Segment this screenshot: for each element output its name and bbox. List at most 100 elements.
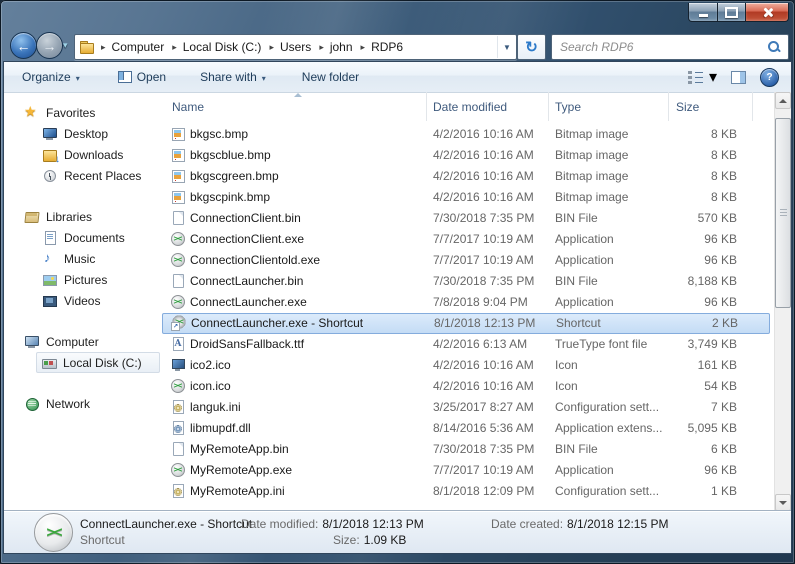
libraries-icon xyxy=(24,209,40,225)
breadcrumb-item-john[interactable]: john xyxy=(313,40,354,54)
file-row-connectlauncher-bin[interactable]: ConnectLauncher.bin 7/30/2018 7:35 PM BI… xyxy=(162,271,770,292)
videos-icon xyxy=(42,293,58,309)
search-input[interactable] xyxy=(552,40,766,54)
file-row-ico2-ico[interactable]: ico2.ico 4/2/2016 10:16 AM Icon 161 KB xyxy=(162,355,770,376)
downloads-icon xyxy=(42,147,58,163)
close-button[interactable] xyxy=(746,3,789,22)
bin-file-icon xyxy=(170,210,186,226)
column-header-stub xyxy=(753,92,770,121)
preview-pane-button[interactable] xyxy=(731,71,746,84)
file-row-bkgscgreen-bmp[interactable]: bkgscgreen.bmp 4/2/2016 10:16 AM Bitmap … xyxy=(162,166,770,187)
open-label: Open xyxy=(137,70,166,84)
main-area: Favorites Desktop Downloads Recent Place… xyxy=(4,92,791,511)
sidebar-item-pictures[interactable]: Pictures xyxy=(4,269,162,290)
sidebar-item-local-disk-c[interactable]: Local Disk (C:) xyxy=(36,352,160,373)
bin-file-icon xyxy=(170,273,186,289)
refresh-button[interactable]: ↻ xyxy=(517,34,546,60)
navigation-bar: ← → ▾ ComputerLocal Disk (C:)UsersjohnRD… xyxy=(0,30,795,62)
desktop-icon xyxy=(42,126,58,142)
ini-file-icon xyxy=(170,483,186,499)
file-row-libmupdf-dll[interactable]: libmupdf.dll 8/14/2016 5:36 AM Applicati… xyxy=(162,418,770,439)
column-header-size[interactable]: Size xyxy=(669,92,753,121)
scrollbar-thumb[interactable] xyxy=(775,118,791,308)
help-button[interactable]: ? xyxy=(760,68,779,87)
window-content: Organize ▾ Open Share with▾ New folder ▾ … xyxy=(4,62,791,553)
vertical-scrollbar[interactable] xyxy=(774,92,791,511)
sort-ascending-icon xyxy=(294,93,302,97)
maximize-icon xyxy=(725,7,738,18)
sidebar-item-music[interactable]: Music xyxy=(4,248,162,269)
new-folder-button[interactable]: New folder xyxy=(294,66,367,88)
application-icon xyxy=(170,252,186,268)
computer-icon xyxy=(24,334,40,350)
close-icon xyxy=(762,7,773,18)
chevron-down-icon: ▾ xyxy=(76,74,80,83)
column-headers: Name Date modified Type Size xyxy=(162,92,770,122)
sidebar-item-computer[interactable]: Computer xyxy=(4,331,162,352)
file-row-droidsansfallback-ttf[interactable]: DroidSansFallback.ttf 4/2/2016 6:13 AM T… xyxy=(162,334,770,355)
local-disk-icon xyxy=(41,355,57,371)
ini-file-icon xyxy=(170,399,186,415)
minimize-icon xyxy=(699,14,708,17)
sidebar-item-videos[interactable]: Videos xyxy=(4,290,162,311)
title-bar[interactable] xyxy=(0,0,795,30)
bitmap-image-icon xyxy=(170,168,186,184)
application-icon xyxy=(170,378,186,394)
caption-buttons xyxy=(688,3,789,22)
command-toolbar: Organize ▾ Open Share with▾ New folder ▾ … xyxy=(4,62,791,93)
file-row-connectlauncher-exe-shortcut[interactable]: ConnectLauncher.exe - Shortcut 8/1/2018 … xyxy=(162,313,770,334)
column-header-type[interactable]: Type xyxy=(549,92,669,121)
pictures-icon xyxy=(42,272,58,288)
views-button[interactable]: ▾ xyxy=(688,67,717,87)
chevron-down-icon: ▾ xyxy=(709,67,717,87)
sidebar-item-documents[interactable]: Documents xyxy=(4,227,162,248)
file-row-connectionclient-bin[interactable]: ConnectionClient.bin 7/30/2018 7:35 PM B… xyxy=(162,208,770,229)
address-bar[interactable]: ComputerLocal Disk (C:)UsersjohnRDP6 ▼ xyxy=(74,34,517,60)
address-dropdown-icon[interactable]: ▼ xyxy=(497,36,516,58)
sidebar-item-network[interactable]: Network xyxy=(4,393,162,414)
favorites-star-icon xyxy=(24,105,40,121)
column-header-date-modified[interactable]: Date modified xyxy=(427,92,549,121)
bitmap-image-icon xyxy=(170,147,186,163)
file-row-bkgscpink-bmp[interactable]: bkgscpink.bmp 4/2/2016 10:16 AM Bitmap i… xyxy=(162,187,770,208)
file-row-myremoteapp-ini[interactable]: MyRemoteApp.ini 8/1/2018 12:09 PM Config… xyxy=(162,481,770,502)
sidebar-item-desktop[interactable]: Desktop xyxy=(4,123,162,144)
breadcrumb-item-computer[interactable]: Computer xyxy=(95,40,166,54)
file-rows: bkgsc.bmp 4/2/2016 10:16 AM Bitmap image… xyxy=(162,124,770,502)
file-row-myremoteapp-exe[interactable]: MyRemoteApp.exe 7/7/2017 10:19 AM Applic… xyxy=(162,460,770,481)
file-row-languk-ini[interactable]: languk.ini 3/25/2017 8:27 AM Configurati… xyxy=(162,397,770,418)
details-size: Size:1.09 KB xyxy=(333,533,406,547)
maximize-button[interactable] xyxy=(718,3,746,22)
file-row-connectionclient-exe[interactable]: ConnectionClient.exe 7/7/2017 10:19 AM A… xyxy=(162,229,770,250)
sidebar-item-downloads[interactable]: Downloads xyxy=(4,144,162,165)
bitmap-image-icon xyxy=(170,189,186,205)
navigation-pane: Favorites Desktop Downloads Recent Place… xyxy=(4,92,162,511)
recent-pages-dropdown-icon[interactable]: ▾ xyxy=(63,40,68,51)
file-row-myremoteapp-bin[interactable]: MyRemoteApp.bin 7/30/2018 7:35 PM BIN Fi… xyxy=(162,439,770,460)
organize-button[interactable]: Organize ▾ xyxy=(14,66,88,88)
file-row-bkgscblue-bmp[interactable]: bkgscblue.bmp 4/2/2016 10:16 AM Bitmap i… xyxy=(162,145,770,166)
breadcrumb-item-local-disk-c[interactable]: Local Disk (C:) xyxy=(166,40,263,54)
breadcrumb-item-rdp6[interactable]: RDP6 xyxy=(355,40,406,54)
scroll-up-button[interactable] xyxy=(775,92,791,109)
breadcrumb-item-users[interactable]: Users xyxy=(263,40,313,54)
open-button[interactable]: Open xyxy=(110,66,174,88)
back-button[interactable]: ← xyxy=(10,32,37,59)
bin-file-icon xyxy=(170,441,186,457)
share-with-button[interactable]: Share with▾ xyxy=(192,66,274,88)
details-date-created: Date created:8/1/2018 12:15 PM xyxy=(491,517,668,531)
sidebar-item-favorites[interactable]: Favorites xyxy=(4,102,162,123)
minimize-button[interactable] xyxy=(688,3,718,22)
file-row-connectlauncher-exe[interactable]: ConnectLauncher.exe 7/8/2018 9:04 PM App… xyxy=(162,292,770,313)
file-row-connectionclientold-exe[interactable]: ConnectionClientold.exe 7/7/2017 10:19 A… xyxy=(162,250,770,271)
details-file-type: Shortcut xyxy=(80,533,125,547)
file-row-icon-ico[interactable]: icon.ico 4/2/2016 10:16 AM Icon 54 KB xyxy=(162,376,770,397)
sidebar-item-recent-places[interactable]: Recent Places xyxy=(4,165,162,186)
sidebar-item-libraries[interactable]: Libraries xyxy=(4,206,162,227)
organize-label: Organize xyxy=(22,70,71,84)
forward-button[interactable]: → xyxy=(36,32,63,59)
scroll-down-button[interactable] xyxy=(775,494,791,511)
toolbar-right-group: ▾ ? xyxy=(688,62,779,92)
file-row-bkgsc-bmp[interactable]: bkgsc.bmp 4/2/2016 10:16 AM Bitmap image… xyxy=(162,124,770,145)
truetype-font-icon xyxy=(170,336,186,352)
